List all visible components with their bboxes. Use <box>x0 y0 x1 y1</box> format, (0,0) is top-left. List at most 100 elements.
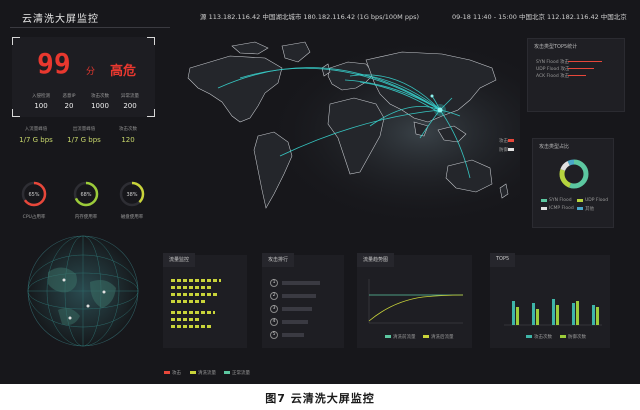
rank-bar <box>282 281 320 285</box>
panel-tab[interactable]: TOP5 <box>490 253 516 267</box>
donut-legend-chip <box>541 207 547 210</box>
panel-tab[interactable]: 攻击排行 <box>262 253 295 267</box>
ticker-right: 09-18 11:40 - 15:00 中国北京 112.182.116.42 … <box>452 13 627 21</box>
attack-line-label: UDP Flood 攻击 <box>536 67 570 72</box>
panel-tab[interactable]: 流量趋势图 <box>357 253 395 267</box>
risk-score-value: 99 <box>37 47 71 80</box>
footer-legend-chip <box>224 371 230 374</box>
top-bar: 云清洗大屏监控 源 113.182.116.42 中国湖北城市 180.182.… <box>0 0 640 30</box>
attack-ratio-panel: 攻击类型占比 SYN Flood UDP Flood ICMP Flood 其他 <box>532 138 614 228</box>
panel-tab[interactable]: 流量监控 <box>163 253 196 267</box>
stat-label: 恶意IP <box>62 94 76 99</box>
frame-corner <box>147 109 155 117</box>
rank-badge: 2 <box>270 292 278 300</box>
mini-stat-label: 入流量峰值 <box>24 127 48 132</box>
stat-value: 100 <box>34 102 48 110</box>
disk-gauge: 38% <box>119 181 145 207</box>
attack-type-top5-panel: 攻击类型TOP5统计 SYN Flood 攻击 UDP Flood 攻击 ACK… <box>527 38 625 112</box>
legend-label: 防御 <box>499 148 508 153</box>
footer-legend-label: 正常流量 <box>232 371 250 376</box>
rank-badge: 1 <box>270 279 278 287</box>
attack-ratio-donut <box>559 159 589 189</box>
top5-legend-chip <box>526 335 532 338</box>
gauge-value: 65% <box>28 192 39 198</box>
rank-bar <box>282 320 308 324</box>
cpu-gauge: 65% <box>21 181 47 207</box>
mini-stat: 出流量峰值 1/7 G bps <box>64 126 104 144</box>
mini-stat: 入流量峰值 1/7 G bps <box>16 126 56 144</box>
frame-corner <box>147 37 155 45</box>
rank-bar <box>282 294 316 298</box>
series-line-after <box>368 294 464 322</box>
attack-line-label: ACK Flood 攻击 <box>536 74 570 79</box>
mini-stat-value: 1/7 G bps <box>19 136 53 144</box>
stat-label: 攻击次数 <box>91 94 109 99</box>
traffic-bar <box>171 279 221 282</box>
donut-legend-label: UDP Flood <box>585 198 609 203</box>
donut-legend-label: ICMP Flood <box>549 206 574 211</box>
mini-stat-value: 1/7 G bps <box>67 136 101 144</box>
donut-legend-chip <box>577 199 583 202</box>
traffic-bar <box>171 325 211 328</box>
footer-legend-chip <box>164 371 170 374</box>
risk-score-unit: 分 <box>86 67 96 77</box>
gauge-value: 38% <box>126 192 137 198</box>
stat-value: 200 <box>123 102 137 110</box>
donut-legend-chip <box>541 199 547 202</box>
mini-stat: 攻击次数 120 <box>108 126 148 144</box>
top5-panel: TOP5 攻击次数 防御次数 <box>490 253 610 348</box>
traffic-trend-panel: 流量趋势图 清洗前流量 清洗后流量 <box>357 253 472 348</box>
traffic-bar <box>171 311 215 314</box>
donut-legend-label: 其他 <box>585 207 594 212</box>
mini-stat-value: 120 <box>121 136 135 144</box>
top5-legend-chip <box>560 335 566 338</box>
attack-line-bar <box>568 68 594 69</box>
top5-bar-chart <box>504 299 602 326</box>
rank-bar <box>282 333 304 337</box>
memory-gauge: 68% <box>73 181 99 207</box>
stat-item: 恶意IP 20 <box>55 93 83 110</box>
gauge-value: 68% <box>80 192 91 198</box>
traffic-bar <box>171 286 213 289</box>
dashboard-screen: 云清洗大屏监控 源 113.182.116.42 中国湖北城市 180.182.… <box>0 0 640 384</box>
traffic-bar <box>171 318 201 321</box>
risk-level: 高危 <box>110 64 137 79</box>
legend-chip-defense <box>508 148 514 151</box>
stat-value: 20 <box>64 102 74 110</box>
risk-score-panel: 99 分 高危 入侵检测 100 恶意IP 20 攻击次数 1000 异常流量 … <box>12 37 155 117</box>
attack-line-bar <box>568 75 586 76</box>
ticker-left: 源 113.182.116.42 中国湖北城市 180.182.116.42 (… <box>200 13 420 21</box>
frame-corner <box>12 37 20 45</box>
mini-stat-label: 攻击次数 <box>119 127 137 132</box>
donut-legend-label: SYN Flood <box>549 198 572 203</box>
page-title: 云清洗大屏监控 <box>22 14 99 25</box>
stat-item: 入侵检测 100 <box>27 93 55 110</box>
panel-title: 攻击类型TOP5统计 <box>534 44 578 50</box>
legend-chip-attack <box>508 139 514 142</box>
stat-item: 异常流量 200 <box>116 93 144 110</box>
gauge-label: 磁盘使用率 <box>120 215 144 220</box>
traffic-trend-chart <box>368 279 464 324</box>
footer-legend-chip <box>190 371 196 374</box>
rank-badge: 4 <box>270 318 278 326</box>
rank-badge: 5 <box>270 331 278 339</box>
gauge-label: CPU占用率 <box>22 215 46 220</box>
stat-value: 1000 <box>91 102 109 110</box>
footer-legend-label: 清洗流量 <box>198 371 216 376</box>
panel-title: 攻击类型占比 <box>539 144 570 150</box>
figure-caption: 图7 云清洗大屏监控 <box>265 392 375 405</box>
traffic-bar <box>171 300 207 303</box>
top5-legend-label: 防御次数 <box>568 335 586 340</box>
trend-legend-label: 清洗后流量 <box>431 335 454 340</box>
top5-legend-label: 攻击次数 <box>534 335 552 340</box>
footer-legend-label: 攻击 <box>172 371 181 376</box>
attack-line-label: SYN Flood 攻击 <box>536 60 570 65</box>
stat-label: 异常流量 <box>121 94 139 99</box>
trend-legend-chip <box>385 335 391 338</box>
donut-legend-chip <box>577 207 583 210</box>
world-attack-map[interactable] <box>170 38 520 248</box>
globe-visual <box>27 235 139 347</box>
stat-item: 攻击次数 1000 <box>86 93 114 110</box>
rank-bar <box>282 307 312 311</box>
mini-stat-label: 出流量峰值 <box>72 127 96 132</box>
